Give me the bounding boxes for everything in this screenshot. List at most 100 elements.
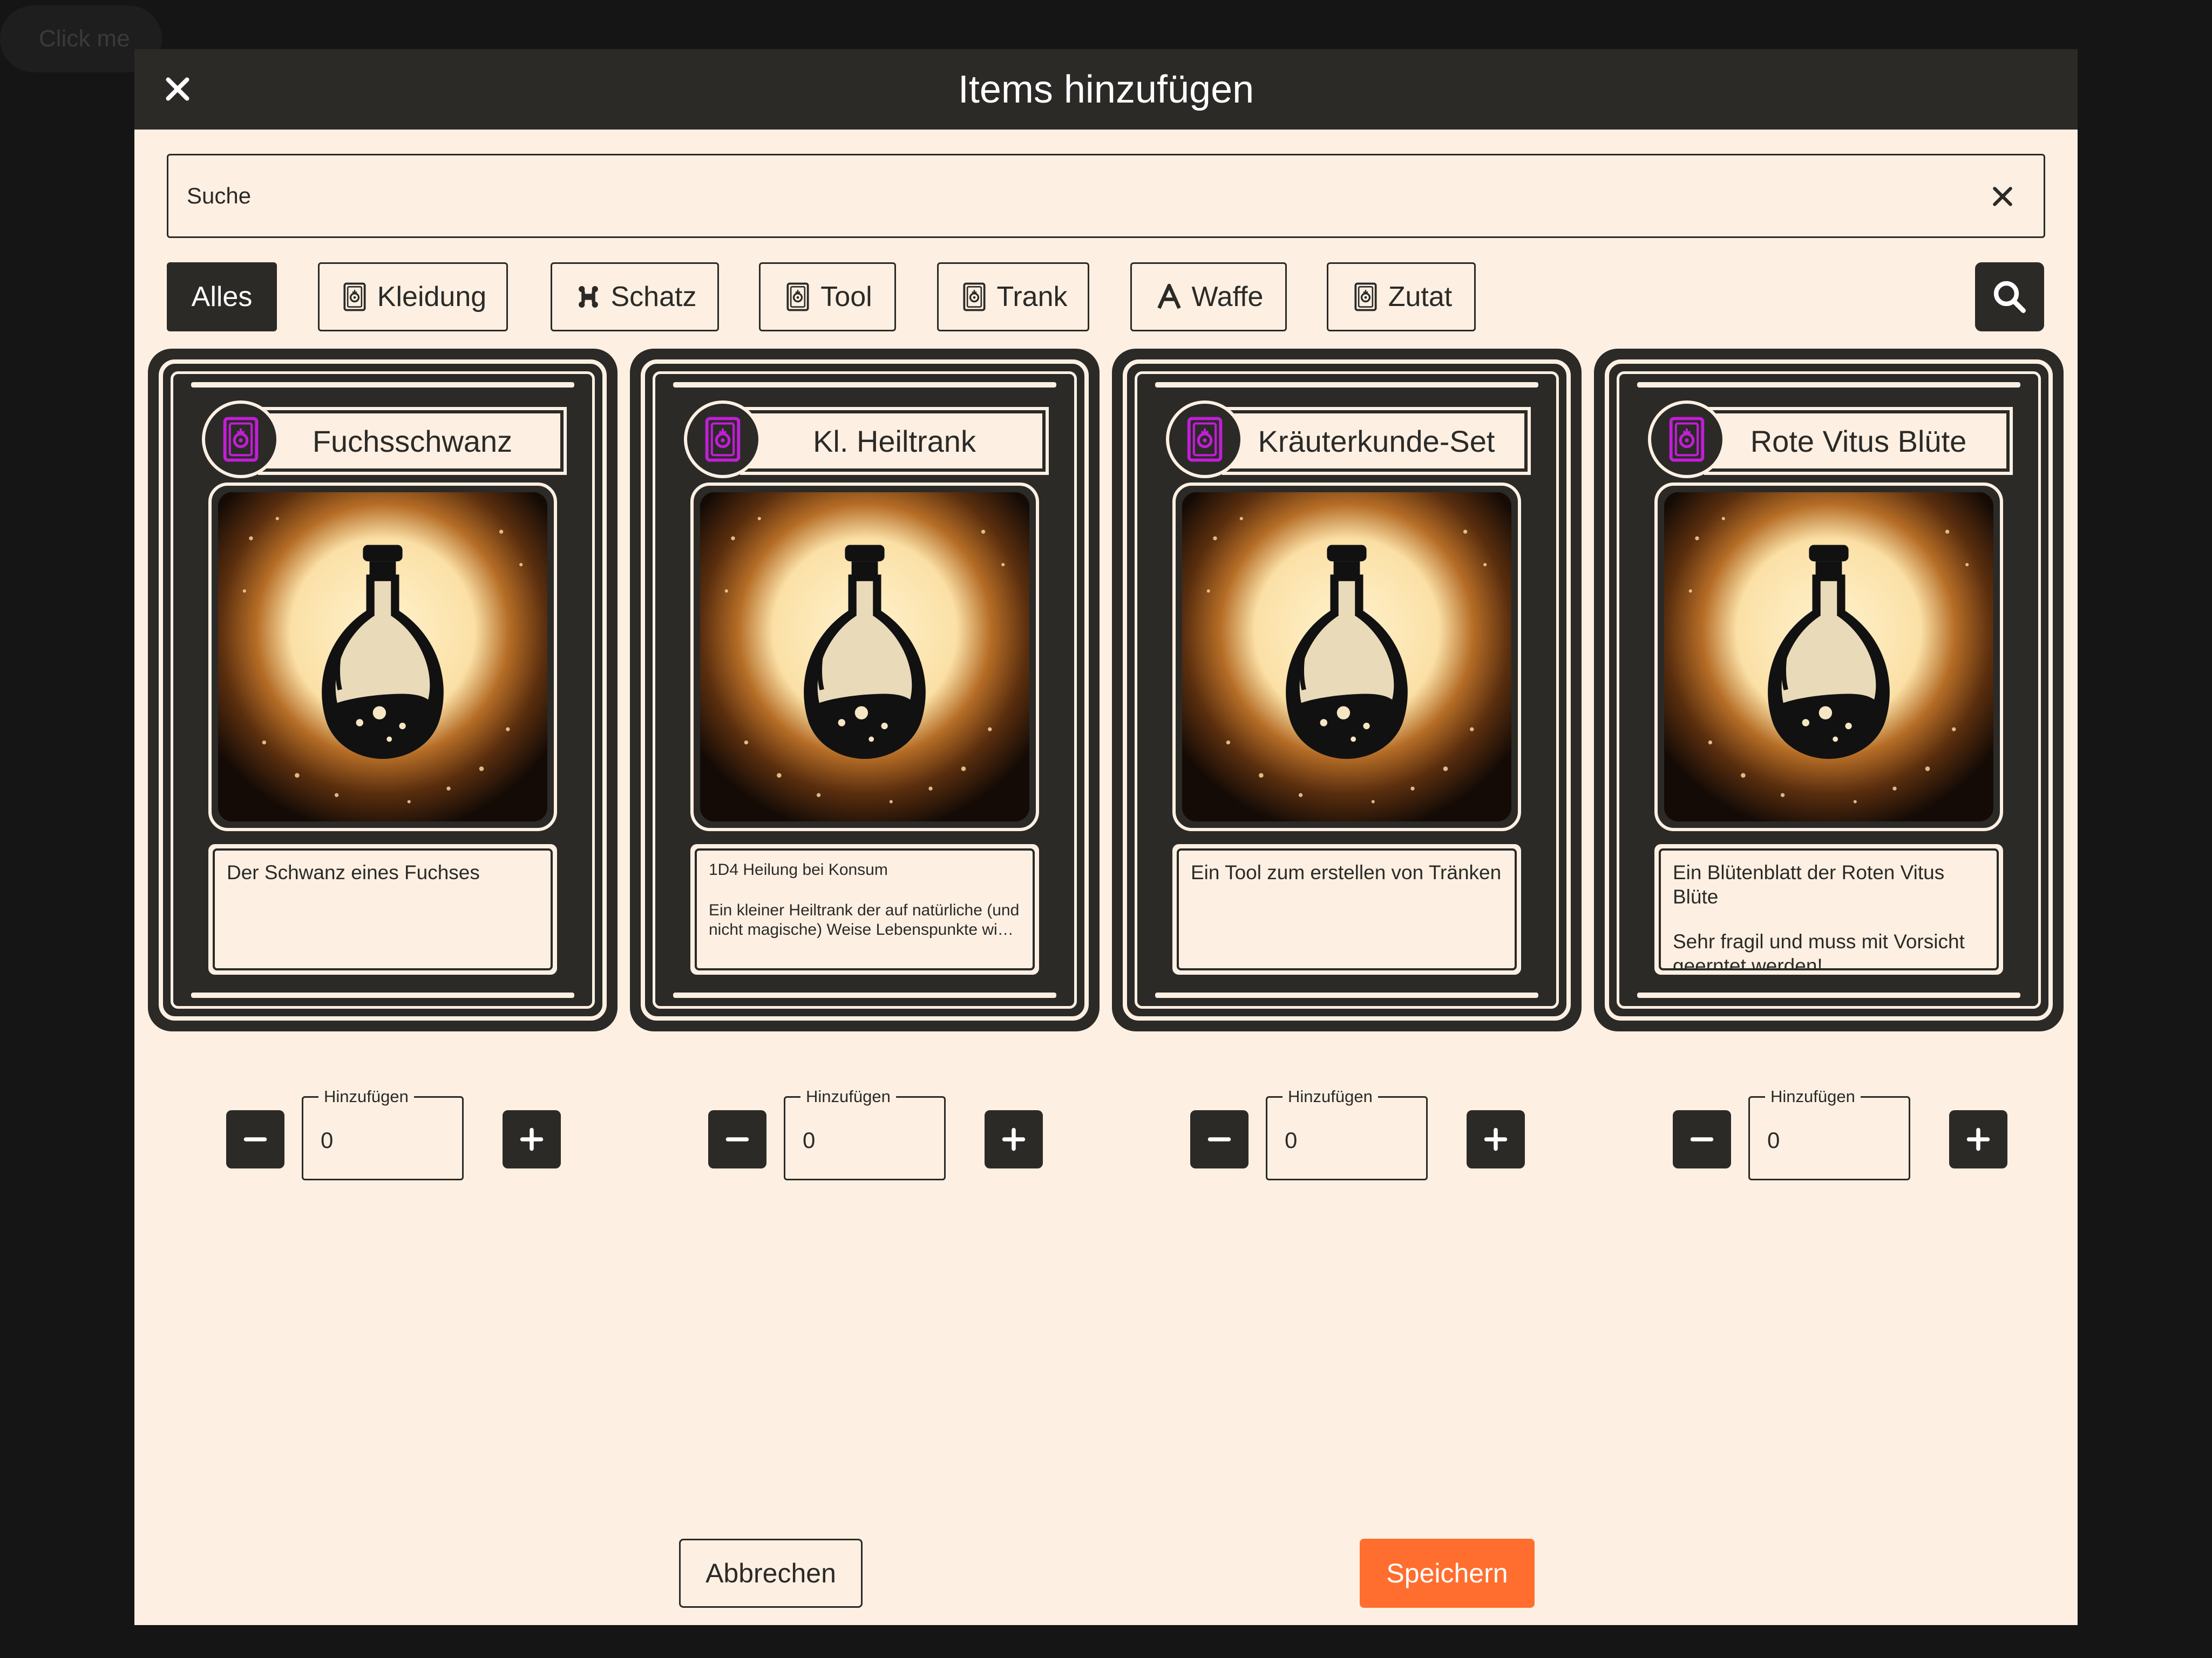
decrement-button[interactable] xyxy=(226,1110,284,1168)
quantity-input[interactable] xyxy=(1285,1122,1403,1159)
item-card[interactable]: Kräuterkunde-Set Ein Tool zum erstellen … xyxy=(1112,349,1582,1031)
filter-label: Alles xyxy=(191,281,253,312)
item-description: Ein Blütenblatt der Roten Vitus Blüte Se… xyxy=(1659,848,1999,970)
quantity-label: Hinzufügen xyxy=(1765,1087,1861,1106)
quantity-field: Hinzufügen xyxy=(1748,1087,1910,1180)
filter-waffe[interactable]: Waffe xyxy=(1130,262,1287,331)
filter-tool[interactable]: Tool xyxy=(759,262,896,331)
increment-button[interactable] xyxy=(985,1110,1043,1168)
quantity-input[interactable] xyxy=(321,1122,439,1159)
quantity-stepper: Hinzufügen xyxy=(708,1087,1043,1183)
potion-bottle-icon xyxy=(1664,492,1993,821)
description-line: Ein kleiner Heiltrank der auf natürliche… xyxy=(709,901,1020,919)
item-image xyxy=(1664,492,1993,821)
close-icon[interactable] xyxy=(161,73,194,105)
filter-zutat[interactable]: Zutat xyxy=(1327,262,1476,331)
item-image xyxy=(1182,492,1511,821)
description-line: Sehr fragil und muss mit Vorsicht xyxy=(1673,930,1965,953)
card-rune-icon xyxy=(1187,417,1223,462)
item-name-box: Rote Vitus Blüte xyxy=(1707,410,2010,472)
plus-icon xyxy=(1966,1127,1990,1151)
potion-bottle-icon xyxy=(700,492,1029,821)
quantity-label: Hinzufügen xyxy=(1283,1087,1378,1106)
filter-alles[interactable]: Alles xyxy=(167,262,277,331)
item-name: Rote Vitus Blüte xyxy=(1750,424,1967,458)
decrement-button[interactable] xyxy=(1190,1110,1249,1168)
cancel-button[interactable]: Abbrechen xyxy=(679,1539,863,1608)
item-card[interactable]: Kl. Heiltrank 1D4 Heilung bei Konsum Ein… xyxy=(630,349,1100,1031)
quantity-stepper: Hinzufügen xyxy=(1673,1087,2007,1183)
increment-button[interactable] xyxy=(503,1110,561,1168)
quantity-field: Hinzufügen xyxy=(784,1087,946,1180)
bone-icon xyxy=(578,286,598,308)
quantity-field: Hinzufügen xyxy=(302,1087,464,1180)
plus-icon xyxy=(1002,1127,1026,1151)
filter-label: Schatz xyxy=(610,281,697,312)
card-rune-icon xyxy=(962,282,986,311)
description-line: Der Schwanz eines Fuchses xyxy=(227,861,480,884)
item-badge xyxy=(202,400,280,478)
item-name-box: Kräuterkunde-Set xyxy=(1225,410,1528,472)
save-button[interactable]: Speichern xyxy=(1360,1539,1535,1608)
description-line: Ein Tool zum erstellen von Tränken xyxy=(1191,861,1502,884)
item-name: Kl. Heiltrank xyxy=(813,424,976,458)
filter-label: Kleidung xyxy=(377,281,487,312)
description-line: Ein Blütenblatt der Roten Vitus Blüte xyxy=(1673,861,1945,908)
increment-button[interactable] xyxy=(1949,1110,2007,1168)
filter-trank[interactable]: Trank xyxy=(937,262,1089,331)
card-rune-icon xyxy=(223,417,259,462)
item-badge xyxy=(1166,400,1244,478)
item-image xyxy=(700,492,1029,821)
search-input[interactable] xyxy=(187,177,1968,215)
clear-search-icon[interactable] xyxy=(1991,185,2014,208)
item-name-box: Fuchsschwanz xyxy=(261,410,564,472)
card-rune-icon xyxy=(786,282,809,311)
filter-kleidung[interactable]: Kleidung xyxy=(318,262,508,331)
filter-schatz[interactable]: Schatz xyxy=(551,262,719,331)
card-rune-icon xyxy=(343,282,366,311)
quantity-input[interactable] xyxy=(1767,1122,1886,1159)
search-field xyxy=(167,154,2045,238)
minus-icon xyxy=(243,1137,267,1141)
quantity-input[interactable] xyxy=(803,1122,921,1159)
card-rune-icon xyxy=(1669,417,1705,462)
item-name: Kräuterkunde-Set xyxy=(1258,424,1495,458)
item-badge xyxy=(1648,400,1726,478)
filter-label: Tool xyxy=(820,281,872,312)
quantity-label: Hinzufügen xyxy=(318,1087,414,1106)
add-items-dialog: Items hinzufügen Alles Kleidung Schatz T… xyxy=(134,49,2078,1625)
dialog-header: Items hinzufügen xyxy=(134,49,2078,130)
quantity-field: Hinzufügen xyxy=(1266,1087,1428,1180)
description-line: geerntet werden! xyxy=(1673,955,1823,970)
filter-label: Zutat xyxy=(1388,281,1453,312)
plus-icon xyxy=(520,1127,544,1151)
card-rune-icon xyxy=(705,417,741,462)
potion-bottle-icon xyxy=(218,492,547,821)
item-description: 1D4 Heilung bei Konsum Ein kleiner Heilt… xyxy=(695,848,1035,970)
item-card[interactable]: Rote Vitus Blüte Ein Blütenblatt der Rot… xyxy=(1594,349,2064,1031)
quantity-stepper: Hinzufügen xyxy=(1190,1087,1525,1183)
card-rune-icon xyxy=(1354,282,1377,311)
decrement-button[interactable] xyxy=(1673,1110,1731,1168)
quantity-label: Hinzufügen xyxy=(800,1087,896,1106)
filter-label: Trank xyxy=(996,281,1068,312)
description-line: nicht magische) Weise Lebenspunkte wiede… xyxy=(709,921,1021,939)
minus-icon xyxy=(725,1137,749,1141)
item-name: Fuchsschwanz xyxy=(312,424,513,458)
item-name-box: Kl. Heiltrank xyxy=(743,410,1046,472)
search-button[interactable] xyxy=(1975,262,2044,331)
description-line: 1D4 Heilung bei Konsum xyxy=(709,861,888,879)
increment-button[interactable] xyxy=(1467,1110,1525,1168)
category-filters: Alles Kleidung Schatz Tool Trank Waffe Z… xyxy=(167,262,2056,331)
minus-icon xyxy=(1690,1137,1714,1141)
item-description: Ein Tool zum erstellen von Tränken xyxy=(1177,848,1517,970)
item-card[interactable]: Fuchsschwanz Der Schwanz eines Fuchses xyxy=(148,349,618,1031)
plus-icon xyxy=(1484,1127,1508,1151)
decrement-button[interactable] xyxy=(708,1110,766,1168)
item-badge xyxy=(684,400,762,478)
dialog-title: Items hinzufügen xyxy=(958,67,1254,111)
quantity-stepper: Hinzufügen xyxy=(226,1087,561,1183)
minus-icon xyxy=(1207,1137,1231,1141)
filter-label: Waffe xyxy=(1191,281,1264,312)
search-icon xyxy=(1993,281,2026,313)
